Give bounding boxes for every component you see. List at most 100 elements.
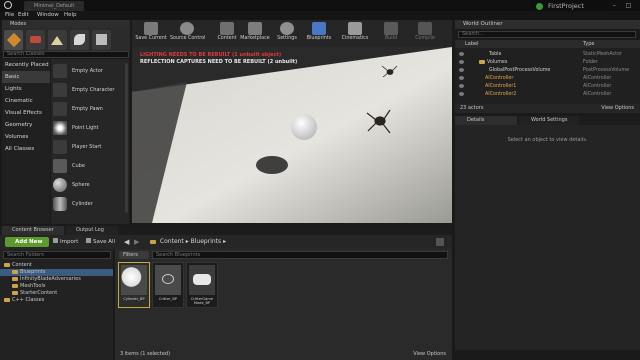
- outliner-row[interactable]: GlobalPostProcessVolume PostProcessVolume: [455, 67, 640, 74]
- tree-item-infinityblade[interactable]: InfinityBladeAdversaries: [12, 276, 81, 283]
- tree-item-cpp-classes[interactable]: C++ Classes: [4, 297, 44, 304]
- sphere-icon: [53, 178, 67, 192]
- toolbar-label: Blueprints: [306, 36, 332, 41]
- category-basic[interactable]: Basic: [2, 71, 50, 83]
- place-item-cube[interactable]: Cube: [51, 157, 123, 175]
- outliner-view-options[interactable]: View Options: [601, 104, 634, 113]
- blueprints-button[interactable]: Blueprints: [302, 21, 336, 46]
- outliner-row[interactable]: AIController2 AIController: [455, 91, 640, 98]
- place-item-player-start[interactable]: Player Start: [51, 138, 123, 156]
- content-view-options[interactable]: View Options: [413, 349, 446, 359]
- geometry-mode-icon: [96, 34, 107, 45]
- place-list-scrollbar[interactable]: [125, 63, 128, 213]
- level-viewport[interactable]: LIGHTING NEEDS TO BE REBUILT (1 unbuilt …: [132, 47, 452, 223]
- tree-label: Content: [12, 262, 32, 268]
- visibility-eye-icon[interactable]: [459, 60, 464, 64]
- place-mode-button[interactable]: [4, 30, 23, 50]
- visibility-eye-icon[interactable]: [459, 68, 464, 72]
- place-item-empty-character[interactable]: Empty Character: [51, 81, 123, 99]
- place-item-cylinder[interactable]: Cylinder: [51, 195, 123, 213]
- actor-type: AIController: [583, 76, 612, 81]
- cinematics-button[interactable]: Cinematics: [338, 21, 372, 46]
- nav-back-icon[interactable]: ◀: [124, 237, 129, 247]
- place-item-label: Cube: [72, 163, 85, 169]
- visibility-eye-icon[interactable]: [459, 92, 464, 96]
- tab-output-log[interactable]: Output Log: [66, 226, 118, 235]
- mode-selector: [2, 28, 130, 52]
- settings-button[interactable]: Settings: [270, 21, 304, 46]
- menu-edit[interactable]: Edit: [18, 11, 29, 20]
- sphere-actor: [291, 114, 317, 140]
- folder-name: Volumes: [487, 60, 508, 65]
- source-control-button[interactable]: Source Control: [170, 21, 205, 46]
- place-item-sphere[interactable]: Sphere: [51, 176, 123, 194]
- outliner-row[interactable]: AIController AIController: [455, 75, 640, 82]
- column-label[interactable]: Label: [465, 40, 479, 48]
- foliage-mode-button[interactable]: [70, 30, 89, 50]
- window-controls[interactable]: – □ ✕: [610, 0, 638, 20]
- tree-item-meshtools[interactable]: MeshTools: [12, 283, 45, 290]
- category-geometry[interactable]: Geometry: [2, 119, 50, 131]
- geometry-mode-button[interactable]: [92, 30, 111, 50]
- tab-details[interactable]: Details: [455, 116, 517, 125]
- compile-button[interactable]: Compile: [408, 21, 442, 46]
- tree-item-startercontent[interactable]: StarterContent: [12, 290, 57, 297]
- landscape-mode-button[interactable]: [48, 30, 67, 50]
- marketplace-button[interactable]: Marketplace: [238, 21, 272, 46]
- place-item-empty-pawn[interactable]: Empty Pawn: [51, 100, 123, 118]
- details-empty-message: Select an object to view details.: [507, 137, 588, 143]
- column-type[interactable]: Type: [583, 40, 594, 48]
- category-cinematic[interactable]: Cinematic: [2, 95, 50, 107]
- tree-item-blueprints[interactable]: Blueprints: [0, 269, 113, 276]
- paint-mode-button[interactable]: [26, 30, 45, 50]
- modes-panel-header[interactable]: Modes: [2, 20, 130, 28]
- menu-file[interactable]: File: [5, 11, 14, 20]
- asset-search-input[interactable]: Search Blueprints: [152, 251, 448, 259]
- menu-bar: File Edit Window Help: [0, 11, 640, 20]
- category-lights[interactable]: Lights: [2, 83, 50, 95]
- place-item-label: Player Start: [72, 144, 102, 150]
- outliner-search-input[interactable]: Search...: [458, 31, 636, 38]
- asset-tile-critter-bp[interactable]: Critter_BP: [152, 262, 184, 308]
- world-outliner-title: World Outliner: [463, 21, 503, 27]
- add-new-button[interactable]: Add New: [5, 237, 49, 247]
- outliner-footer: 23 actors View Options: [455, 104, 640, 113]
- tab-content-browser[interactable]: Content Browser: [2, 226, 64, 235]
- document-tab[interactable]: Minimal_Default: [24, 1, 84, 11]
- outliner-row[interactable]: AIController1 AIController: [455, 83, 640, 90]
- menu-window[interactable]: Window: [37, 11, 59, 20]
- save-current-button[interactable]: Save Current: [134, 21, 168, 46]
- visibility-eye-icon[interactable]: [459, 52, 464, 56]
- filters-button[interactable]: Filters: [119, 251, 149, 259]
- asset-tile-critter-game-mode-bp[interactable]: CritterGame Mode_BP: [186, 262, 218, 308]
- visibility-eye-icon[interactable]: [459, 76, 464, 80]
- critter-bp-thumbnail: [155, 265, 181, 295]
- build-button[interactable]: Build: [374, 21, 408, 46]
- nav-forward-icon[interactable]: ▶: [134, 237, 139, 247]
- category-visual-effects[interactable]: Visual Effects: [2, 107, 50, 119]
- world-outliner-header[interactable]: World Outliner: [455, 20, 640, 29]
- import-button[interactable]: Import: [53, 237, 78, 247]
- visibility-eye-icon[interactable]: [459, 84, 464, 88]
- place-item-empty-actor[interactable]: Empty Actor: [51, 62, 123, 80]
- gear-icon: [280, 22, 294, 35]
- menu-help[interactable]: Help: [64, 11, 77, 20]
- tree-item-content[interactable]: Content: [4, 262, 32, 269]
- add-new-label: Add New: [15, 239, 43, 245]
- save-all-button[interactable]: Save All: [86, 237, 115, 247]
- category-all-classes[interactable]: All Classes: [2, 143, 50, 155]
- folder-icon: [150, 239, 156, 244]
- outliner-row[interactable]: Volumes Folder: [455, 59, 640, 66]
- asset-tile-cylinder-bp[interactable]: Cylinder_BP: [118, 262, 150, 308]
- breadcrumb-content[interactable]: Content: [160, 238, 184, 245]
- place-item-point-light[interactable]: Point Light: [51, 119, 123, 137]
- paint-mode-icon: [30, 36, 41, 43]
- outliner-row[interactable]: Table StaticMeshActor: [455, 51, 640, 58]
- history-lock-icon[interactable]: [436, 238, 444, 246]
- category-volumes[interactable]: Volumes: [2, 131, 50, 143]
- category-recently-placed[interactable]: Recently Placed: [2, 59, 50, 71]
- breadcrumb-blueprints[interactable]: Blueprints: [191, 238, 222, 245]
- search-classes-input[interactable]: Search Classes: [3, 51, 129, 58]
- tab-world-settings[interactable]: World Settings: [519, 116, 579, 125]
- folder-search-input[interactable]: Search Folders: [3, 251, 111, 259]
